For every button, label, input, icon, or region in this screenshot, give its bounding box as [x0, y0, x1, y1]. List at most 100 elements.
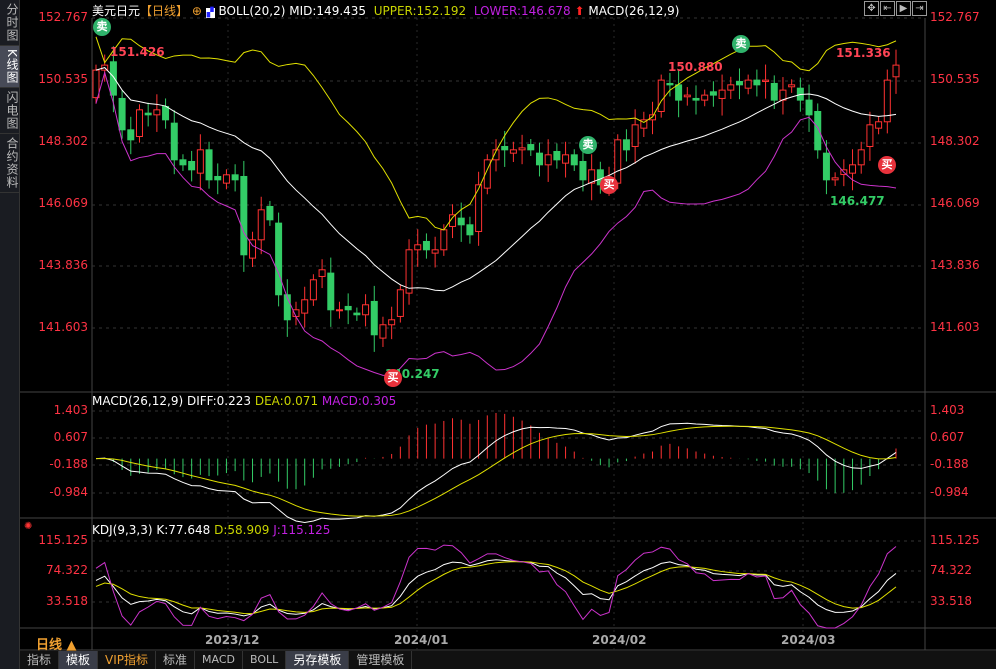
candle-down	[805, 99, 813, 116]
zoom-out-icon[interactable]: ▶	[896, 1, 911, 16]
macd-axis-label: 1.403	[53, 403, 88, 417]
candle-down	[118, 97, 126, 131]
candle-up	[196, 149, 204, 174]
macd-dea: DEA:0.071	[254, 394, 319, 408]
candle-up	[657, 79, 665, 113]
buy-marker[interactable]: 买	[878, 156, 896, 174]
price-axis-label: 150.535	[38, 72, 88, 86]
candle-up	[788, 84, 796, 88]
tab-manage-template[interactable]: 管理模板	[349, 651, 413, 669]
candle-up	[405, 249, 413, 294]
price-axis-label: 143.836	[930, 258, 980, 272]
candle-down	[579, 160, 587, 181]
date-label: 2024/02	[592, 633, 647, 647]
indicator-chart-icon[interactable]: ▞	[205, 8, 215, 18]
boll-label[interactable]: BOLL(20,2)	[219, 4, 286, 18]
macd-title: MACD(26,12,9)	[92, 394, 184, 408]
macd-diff: DIFF:0.223	[186, 394, 252, 408]
candle-down	[170, 122, 178, 161]
candle-down	[666, 82, 674, 86]
kdj-k-line	[95, 559, 897, 617]
candle-up	[849, 164, 857, 174]
macd-axis-label: -0.188	[930, 457, 969, 471]
date-label: 2023/12	[205, 633, 260, 647]
kdj-axis-label: 33.518	[46, 594, 88, 608]
candle-up	[431, 249, 439, 254]
kdj-axis-label: 33.518	[930, 594, 972, 608]
macd-axis-label: 1.403	[930, 403, 965, 417]
kdj-axis-label: 115.125	[38, 533, 88, 547]
move-right-icon[interactable]: ⇥	[912, 1, 927, 16]
candle-up	[257, 209, 265, 241]
candle-up	[414, 244, 422, 251]
candle-down	[692, 97, 700, 101]
settings-dot-icon[interactable]: ✺	[24, 521, 32, 532]
candle-down	[457, 217, 465, 226]
candle-down	[553, 150, 561, 161]
candle-up	[562, 154, 570, 164]
candle-up	[831, 177, 839, 181]
candle-down	[275, 222, 283, 296]
candle-up	[379, 324, 387, 339]
candle-down	[127, 129, 135, 141]
candle-up	[875, 121, 883, 129]
symbol-name: 美元日元	[92, 4, 141, 18]
candle-down	[205, 149, 213, 181]
tab-boll[interactable]: BOLL	[243, 651, 287, 669]
candle-up	[222, 174, 230, 184]
candle-up	[631, 124, 639, 147]
chart-header: 美元日元【日线】 ⊕ ▞ BOLL(20,2) MID:149.435 UPPE…	[92, 2, 679, 19]
macd-axis-label: -0.984	[49, 485, 88, 499]
candle-down	[109, 61, 117, 96]
sell-marker[interactable]: 卖	[579, 136, 597, 154]
candle-up	[683, 94, 691, 98]
low-label: 146.477	[830, 194, 885, 208]
kdj-j: J:115.125	[273, 523, 331, 537]
candle-up	[440, 229, 448, 251]
candle-down	[422, 240, 430, 251]
macd-axis-label: 0.607	[53, 430, 88, 444]
kdj-d: D:58.909	[214, 523, 270, 537]
tab-macd[interactable]: MACD	[195, 651, 244, 669]
zoom-in-icon[interactable]: ⇤	[880, 1, 895, 16]
buy-marker[interactable]: 买	[600, 176, 618, 194]
macd-label: MACD(26,12,9)	[588, 4, 680, 18]
candle-down	[753, 79, 761, 86]
boll-mid: MID:149.435	[289, 4, 367, 18]
candle-up	[762, 79, 770, 83]
target-icon[interactable]: ⊕	[192, 4, 202, 18]
sell-marker[interactable]: 卖	[93, 18, 111, 36]
tab-indicator[interactable]: 指标	[20, 651, 60, 669]
price-axis-label: 146.069	[930, 196, 980, 210]
candle-up	[335, 309, 343, 312]
buy-marker[interactable]: 买	[384, 369, 402, 387]
candle-down	[709, 91, 717, 96]
tab-template[interactable]: 模板	[59, 651, 99, 669]
candle-down	[735, 81, 743, 86]
sell-marker[interactable]: 卖	[732, 35, 750, 53]
crosshair-icon[interactable]: ✥	[864, 1, 879, 16]
macd-axis-label: -0.188	[49, 457, 88, 471]
candle-down	[179, 159, 187, 166]
price-axis-label: 150.535	[930, 72, 980, 86]
candle-down	[344, 305, 352, 311]
price-axis-label: 152.767	[930, 10, 980, 24]
candle-up	[318, 269, 326, 277]
tab-vip-indicator[interactable]: VIP指标	[98, 651, 157, 669]
macd-axis-label: -0.984	[930, 485, 969, 499]
date-label: 2024/01	[394, 633, 449, 647]
candle-down	[535, 152, 543, 166]
candle-up	[135, 109, 143, 137]
candle-down	[570, 154, 578, 166]
candle-up	[396, 289, 404, 317]
candle-down	[622, 139, 630, 151]
chart-canvas[interactable]	[0, 0, 996, 669]
tab-standard[interactable]: 标准	[156, 651, 196, 669]
arrow-up-icon[interactable]: ⬆	[574, 4, 584, 18]
bottom-toolbar: 指标 模板 VIP指标 标准 MACD BOLL 另存模板 管理模板	[20, 651, 996, 669]
price-axis-label: 141.603	[930, 320, 980, 334]
candle-down	[466, 224, 474, 236]
kdj-header: KDJ(9,3,3) K:77.648 D:58.909 J:115.125	[92, 523, 330, 537]
tab-save-template[interactable]: 另存模板	[286, 651, 350, 669]
boll-upper: UPPER:152.192	[373, 4, 467, 18]
